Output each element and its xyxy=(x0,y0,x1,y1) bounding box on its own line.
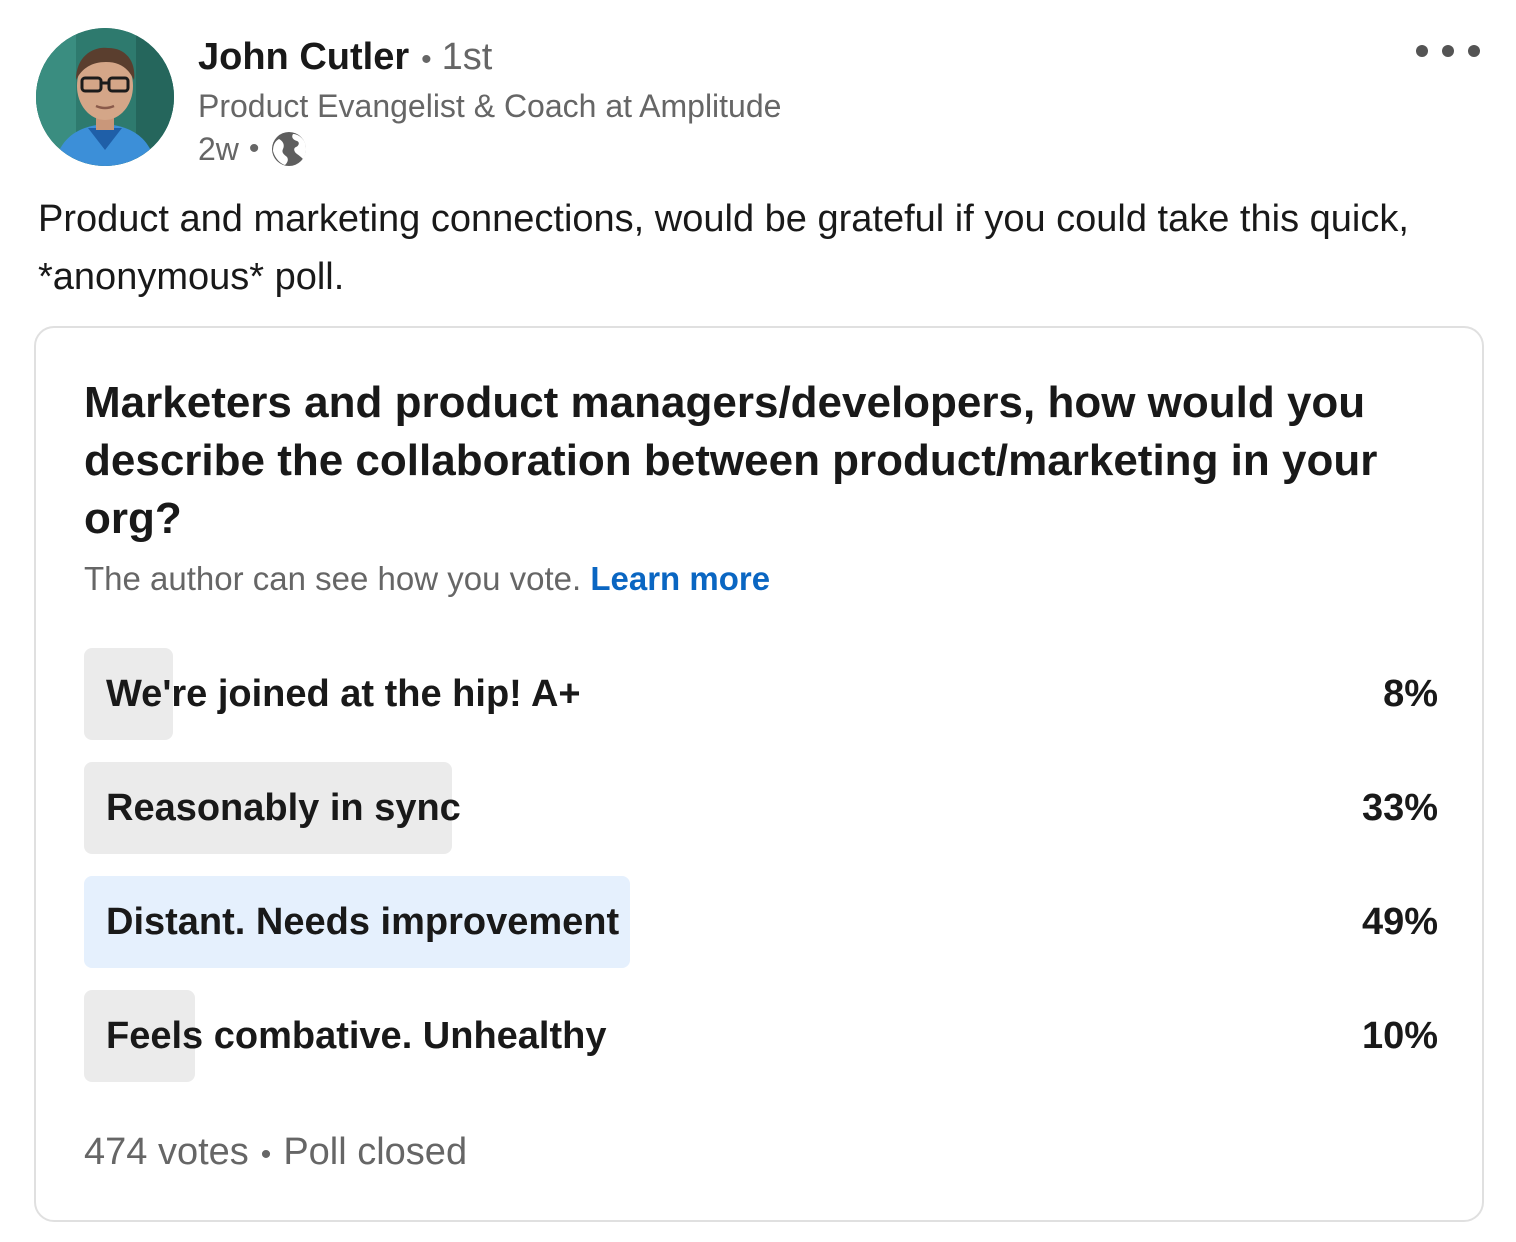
poll-option[interactable]: Feels combative. Unhealthy 10% xyxy=(84,990,1438,1082)
post-time: 2w xyxy=(198,131,239,167)
poll-footer: 474 votes • Poll closed xyxy=(84,1128,467,1179)
poll-option[interactable]: We're joined at the hip! A+ 8% xyxy=(84,648,1438,740)
separator-dot: • xyxy=(248,132,260,165)
more-horizontal-icon xyxy=(1416,45,1428,57)
poll-option-label: Feels combative. Unhealthy xyxy=(106,1015,607,1057)
learn-more-link[interactable]: Learn more xyxy=(590,560,770,597)
poll-option[interactable]: Reasonably in sync 33% xyxy=(84,762,1438,854)
separator-dot: • xyxy=(260,1138,272,1171)
poll-status: Poll closed xyxy=(283,1131,468,1173)
author-name[interactable]: John Cutler xyxy=(198,36,409,78)
post-meta: 2w • xyxy=(198,128,309,170)
vote-count[interactable]: 474 votes xyxy=(84,1131,249,1173)
globe-icon xyxy=(269,129,309,169)
more-dot xyxy=(1468,45,1480,57)
post-text: Product and marketing connections, would… xyxy=(38,198,1409,298)
separator-dot: • xyxy=(421,43,432,76)
poll-option-percent: 33% xyxy=(1361,787,1438,829)
author-headline: Product Evangelist & Coach at Amplitude xyxy=(198,88,782,124)
poll-options: We're joined at the hip! A+ 8% Reasonabl… xyxy=(84,648,1438,1104)
visibility-text: The author can see how you vote. xyxy=(84,560,582,597)
poll-visibility-note: The author can see how you vote. Learn m… xyxy=(84,558,770,600)
poll-option-label: Distant. Needs improvement xyxy=(106,901,620,943)
avatar-photo xyxy=(36,28,174,166)
poll-option-label: We're joined at the hip! A+ xyxy=(106,673,581,715)
poll-option-percent: 10% xyxy=(1361,1015,1438,1057)
poll-option-label: Reasonably in sync xyxy=(106,787,461,829)
poll-option[interactable]: Distant. Needs improvement 49% xyxy=(84,876,1438,968)
more-options-button[interactable] xyxy=(1416,34,1480,68)
post-header: John Cutler • 1st Product Evangelist & Coa… xyxy=(36,28,1480,168)
poll-question: Marketers and product managers/developer… xyxy=(84,378,1378,543)
more-dot xyxy=(1442,45,1454,57)
connection-degree: 1st xyxy=(441,36,493,78)
poll-option-percent: 8% xyxy=(1383,673,1438,715)
author-name-row: John Cutler • 1st xyxy=(198,34,492,83)
poll-card: Marketers and product managers/developer… xyxy=(34,326,1484,1222)
avatar[interactable] xyxy=(36,28,174,166)
poll-option-percent: 49% xyxy=(1361,901,1438,943)
